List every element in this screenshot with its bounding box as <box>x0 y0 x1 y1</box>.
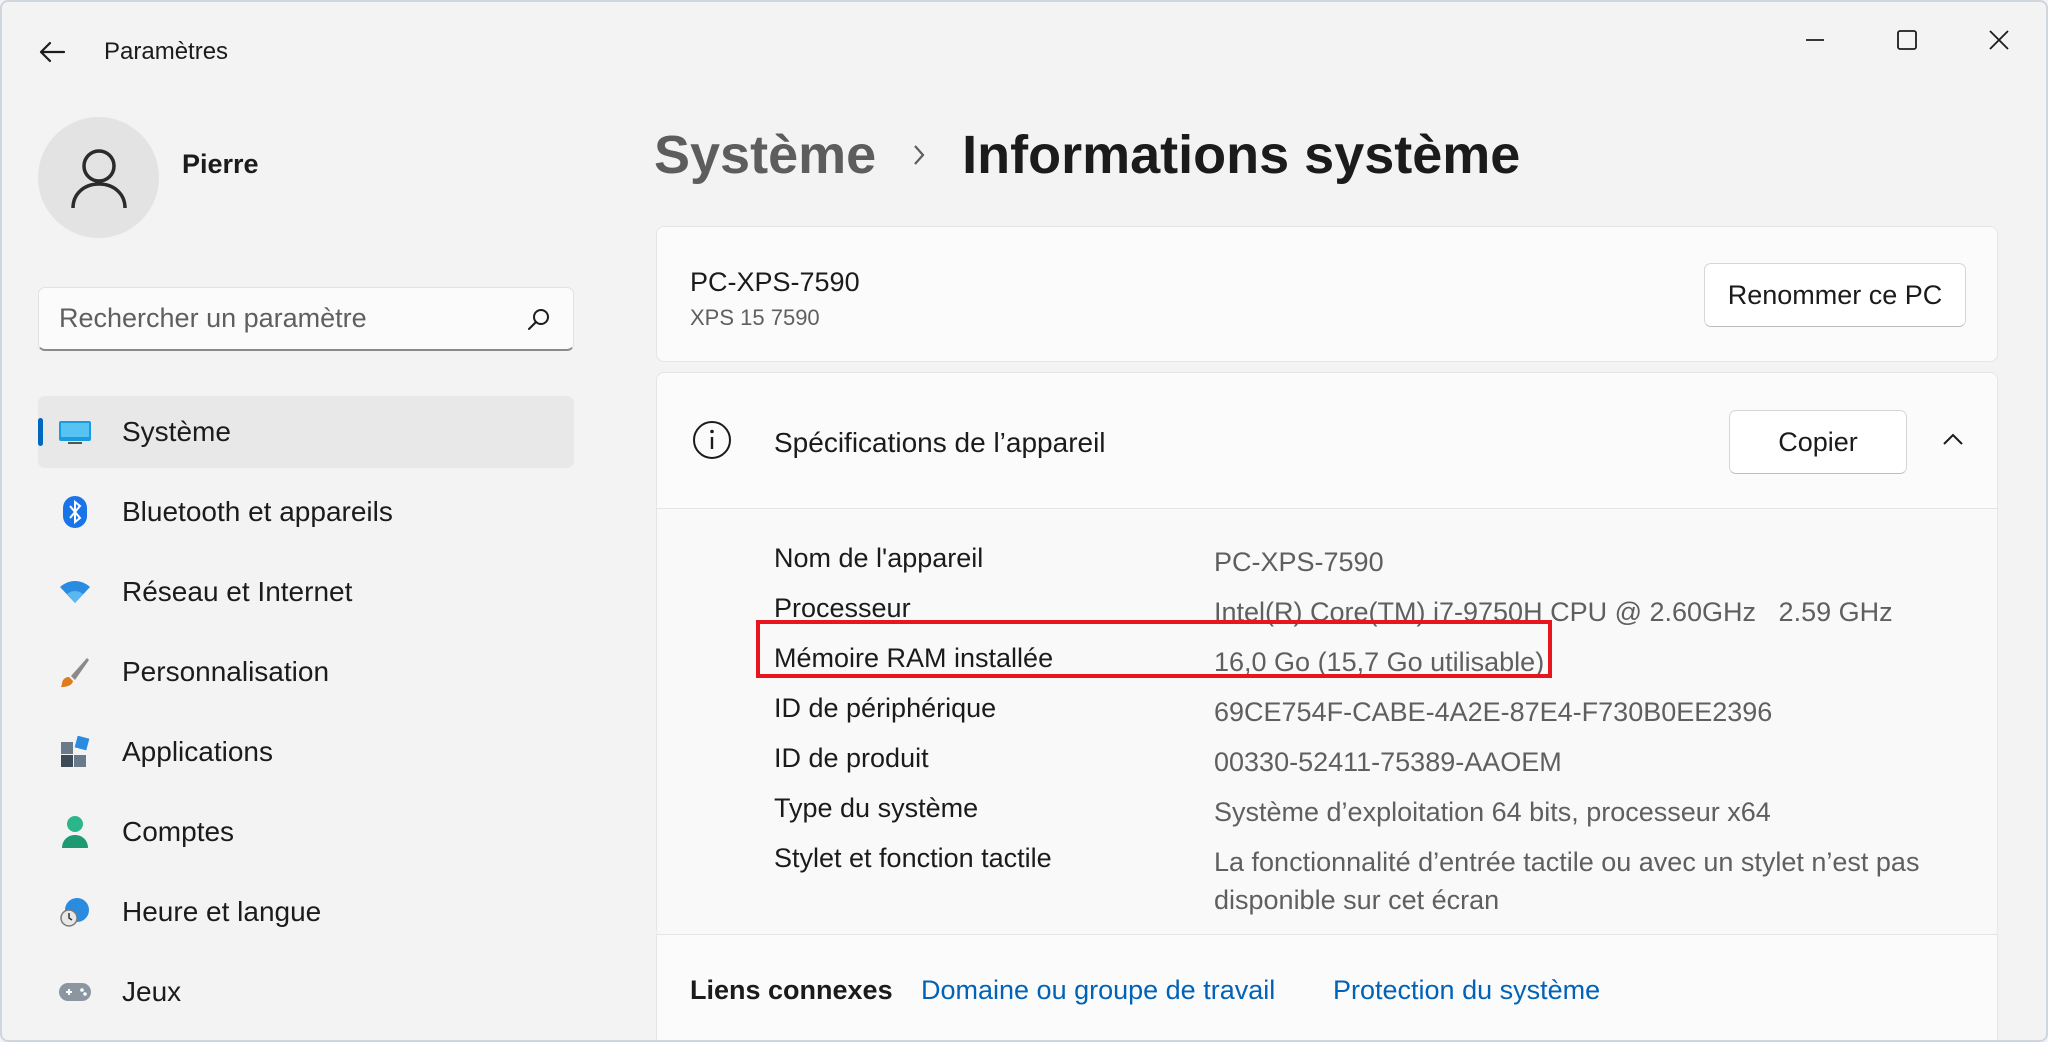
maximize-icon <box>1897 30 1917 50</box>
spec-key: Stylet et fonction tactile <box>774 843 1052 873</box>
spec-key: ID de produit <box>774 743 929 773</box>
spec-key: Nom de l'appareil <box>774 543 984 573</box>
device-specs-body: Nom de l'appareil PC-XPS-7590 Processeur… <box>657 509 1997 937</box>
domain-workgroup-link[interactable]: Domaine ou groupe de travail <box>921 975 1275 1006</box>
sidebar-item-systeme[interactable]: Système <box>38 396 574 468</box>
app-title: Paramètres <box>104 38 229 65</box>
related-links-title: Liens connexes <box>690 975 893 1005</box>
sidebar-item-heure-langue[interactable]: Heure et langue <box>38 876 574 948</box>
spec-value: 69CE754F-CABE-4A2E-87E4-F730B0EE2396 <box>1214 697 1773 727</box>
spec-key: Type du système <box>774 793 979 823</box>
wifi-icon <box>58 575 92 609</box>
pc-name: PC-XPS-7590 <box>690 267 860 297</box>
sidebar-item-applications[interactable]: Applications <box>38 716 574 788</box>
rename-pc-button[interactable]: Renommer ce PC <box>1704 263 1966 327</box>
system-protection-link[interactable]: Protection du système <box>1333 975 1600 1006</box>
pc-card: PC-XPS-7590 XPS 15 7590 Renommer ce PC <box>656 226 1998 362</box>
spec-row: ID de périphérique 69CE754F-CABE-4A2E-87… <box>774 693 1934 731</box>
chevron-up-icon[interactable] <box>1933 419 1973 459</box>
close-icon <box>1989 30 2009 50</box>
sidebar-nav: Système Bluetooth et appareils Réseau et… <box>38 396 574 1036</box>
minimize-button[interactable] <box>1770 12 1860 68</box>
title-bar: Paramètres <box>2 2 2046 102</box>
sidebar-item-jeux[interactable]: Jeux <box>38 956 574 1028</box>
person-icon <box>58 815 92 849</box>
bluetooth-icon <box>58 495 92 529</box>
user-name: Pierre <box>182 149 259 179</box>
spec-value: Système d’exploitation 64 bits, processe… <box>1214 797 1771 827</box>
search-input[interactable] <box>59 303 525 334</box>
minimize-icon <box>1806 39 1824 41</box>
ram-highlight-box <box>756 620 1552 678</box>
device-specs-title: Spécifications de l’appareil <box>774 427 1106 458</box>
spec-row: Nom de l'appareil PC-XPS-7590 <box>774 543 1934 581</box>
sidebar-item-comptes[interactable]: Comptes <box>38 796 574 868</box>
chevron-right-icon <box>912 143 926 167</box>
gamepad-icon <box>58 975 92 1009</box>
spec-row: ID de produit 00330-52411-75389-AAOEM <box>774 743 1934 781</box>
apps-icon <box>58 735 92 769</box>
avatar[interactable] <box>38 117 159 238</box>
spec-key: ID de périphérique <box>774 693 997 723</box>
device-specs-header[interactable]: Spécifications de l’appareil Copier <box>657 373 1997 509</box>
system-icon <box>58 415 92 449</box>
spec-value: PC-XPS-7590 <box>1214 547 1384 577</box>
user-icon <box>70 148 127 208</box>
maximize-button[interactable] <box>1862 12 1952 68</box>
spec-value: 00330-52411-75389-AAOEM <box>1214 747 1562 777</box>
info-icon <box>691 419 733 461</box>
spec-value: La fonctionnalité d’entrée tactile ou av… <box>1214 847 1920 915</box>
pc-model: XPS 15 7590 <box>690 305 820 330</box>
spec-row: Type du système Système d’exploitation 6… <box>774 793 1934 831</box>
back-button[interactable] <box>30 32 74 72</box>
globe-clock-icon <box>58 895 92 929</box>
search-box[interactable] <box>38 287 574 351</box>
breadcrumb-parent[interactable]: Système <box>654 124 876 186</box>
spec-row: Stylet et fonction tactile La fonctionna… <box>774 843 1934 919</box>
settings-window: Paramètres Pierre Système <box>0 0 2048 1042</box>
brush-icon <box>58 655 92 689</box>
breadcrumb: Système Informations système <box>654 120 1520 190</box>
sidebar-item-bluetooth[interactable]: Bluetooth et appareils <box>38 476 574 548</box>
sidebar-item-reseau[interactable]: Réseau et Internet <box>38 556 574 628</box>
search-icon[interactable] <box>525 305 553 333</box>
page-title: Informations système <box>962 125 1521 185</box>
close-button[interactable] <box>1954 12 2044 68</box>
copy-button[interactable]: Copier <box>1729 410 1907 474</box>
back-arrow-icon <box>39 41 66 63</box>
related-links-card: Liens connexes Domaine ou groupe de trav… <box>656 934 1998 1040</box>
sidebar-item-personnalisation[interactable]: Personnalisation <box>38 636 574 708</box>
